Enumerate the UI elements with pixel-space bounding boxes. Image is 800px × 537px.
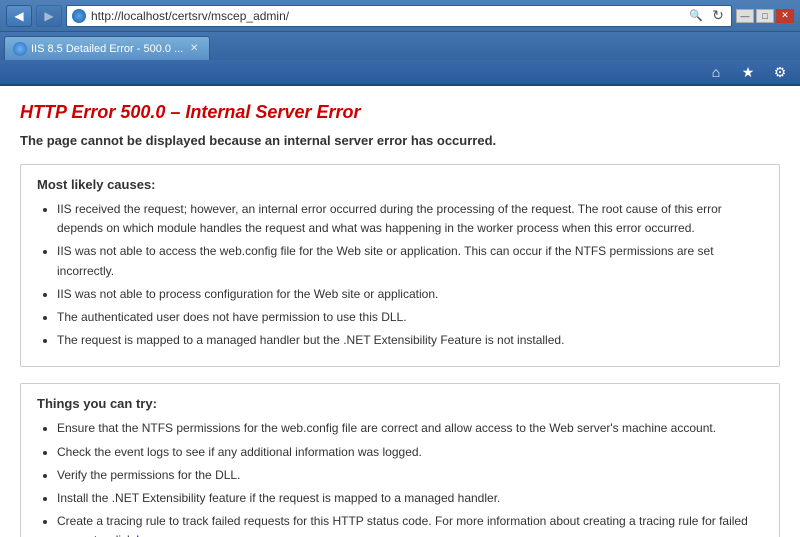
- list-item: Verify the permissions for the DLL.: [57, 466, 763, 485]
- tab-favicon: [13, 42, 27, 56]
- list-item: The authenticated user does not have per…: [57, 308, 763, 327]
- forward-icon: ▶: [44, 9, 53, 23]
- try-title: Things you can try:: [37, 396, 763, 411]
- error-title: HTTP Error 500.0 – Internal Server Error: [20, 102, 780, 123]
- list-item: Create a tracing rule to track failed re…: [57, 512, 763, 537]
- list-item: IIS was not able to process configuratio…: [57, 285, 763, 304]
- tab-close-button[interactable]: ✕: [187, 42, 201, 56]
- forward-button[interactable]: ▶: [36, 5, 62, 27]
- back-icon: ◀: [14, 9, 23, 23]
- here-link[interactable]: here: [136, 533, 160, 537]
- content-area[interactable]: HTTP Error 500.0 – Internal Server Error…: [0, 86, 800, 537]
- toolbar: ⌂ ★ ⚙: [0, 60, 800, 86]
- list-item: IIS was not able to access the web.confi…: [57, 242, 763, 280]
- back-button[interactable]: ◀: [6, 5, 32, 27]
- ie-globe-icon: [72, 9, 86, 23]
- address-text[interactable]: http://localhost/certsrv/mscep_admin/: [91, 9, 683, 23]
- list-item: Ensure that the NTFS permissions for the…: [57, 419, 763, 438]
- window-controls: — □ ✕: [736, 9, 794, 23]
- close-button[interactable]: ✕: [776, 9, 794, 23]
- browser-tab[interactable]: IIS 8.5 Detailed Error - 500.0 ... ✕: [4, 36, 210, 60]
- address-bar[interactable]: http://localhost/certsrv/mscep_admin/ 🔍 …: [66, 5, 732, 27]
- navigation-bar: ◀ ▶ http://localhost/certsrv/mscep_admin…: [0, 0, 800, 32]
- error-subtitle: The page cannot be displayed because an …: [20, 133, 780, 148]
- favorites-button[interactable]: ★: [736, 62, 760, 82]
- list-item: Install the .NET Extensibility feature i…: [57, 489, 763, 508]
- causes-box: Most likely causes: IIS received the req…: [20, 164, 780, 367]
- browser-window: ◀ ▶ http://localhost/certsrv/mscep_admin…: [0, 0, 800, 537]
- settings-button[interactable]: ⚙: [768, 62, 792, 82]
- minimize-button[interactable]: —: [736, 9, 754, 23]
- try-box: Things you can try: Ensure that the NTFS…: [20, 383, 780, 537]
- address-search-icon[interactable]: 🔍: [687, 7, 705, 25]
- causes-list: IIS received the request; however, an in…: [57, 200, 763, 350]
- try-list: Ensure that the NTFS permissions for the…: [57, 419, 763, 537]
- refresh-icon[interactable]: ↻: [709, 7, 727, 25]
- list-item: Check the event logs to see if any addit…: [57, 443, 763, 462]
- list-item: IIS received the request; however, an in…: [57, 200, 763, 238]
- tab-bar: IIS 8.5 Detailed Error - 500.0 ... ✕: [0, 32, 800, 60]
- maximize-button[interactable]: □: [756, 9, 774, 23]
- causes-title: Most likely causes:: [37, 177, 763, 192]
- last-try-suffix: .: [160, 533, 163, 537]
- home-button[interactable]: ⌂: [704, 62, 728, 82]
- tab-label: IIS 8.5 Detailed Error - 500.0 ...: [31, 43, 183, 55]
- list-item: The request is mapped to a managed handl…: [57, 331, 763, 350]
- page-icon: [71, 8, 87, 24]
